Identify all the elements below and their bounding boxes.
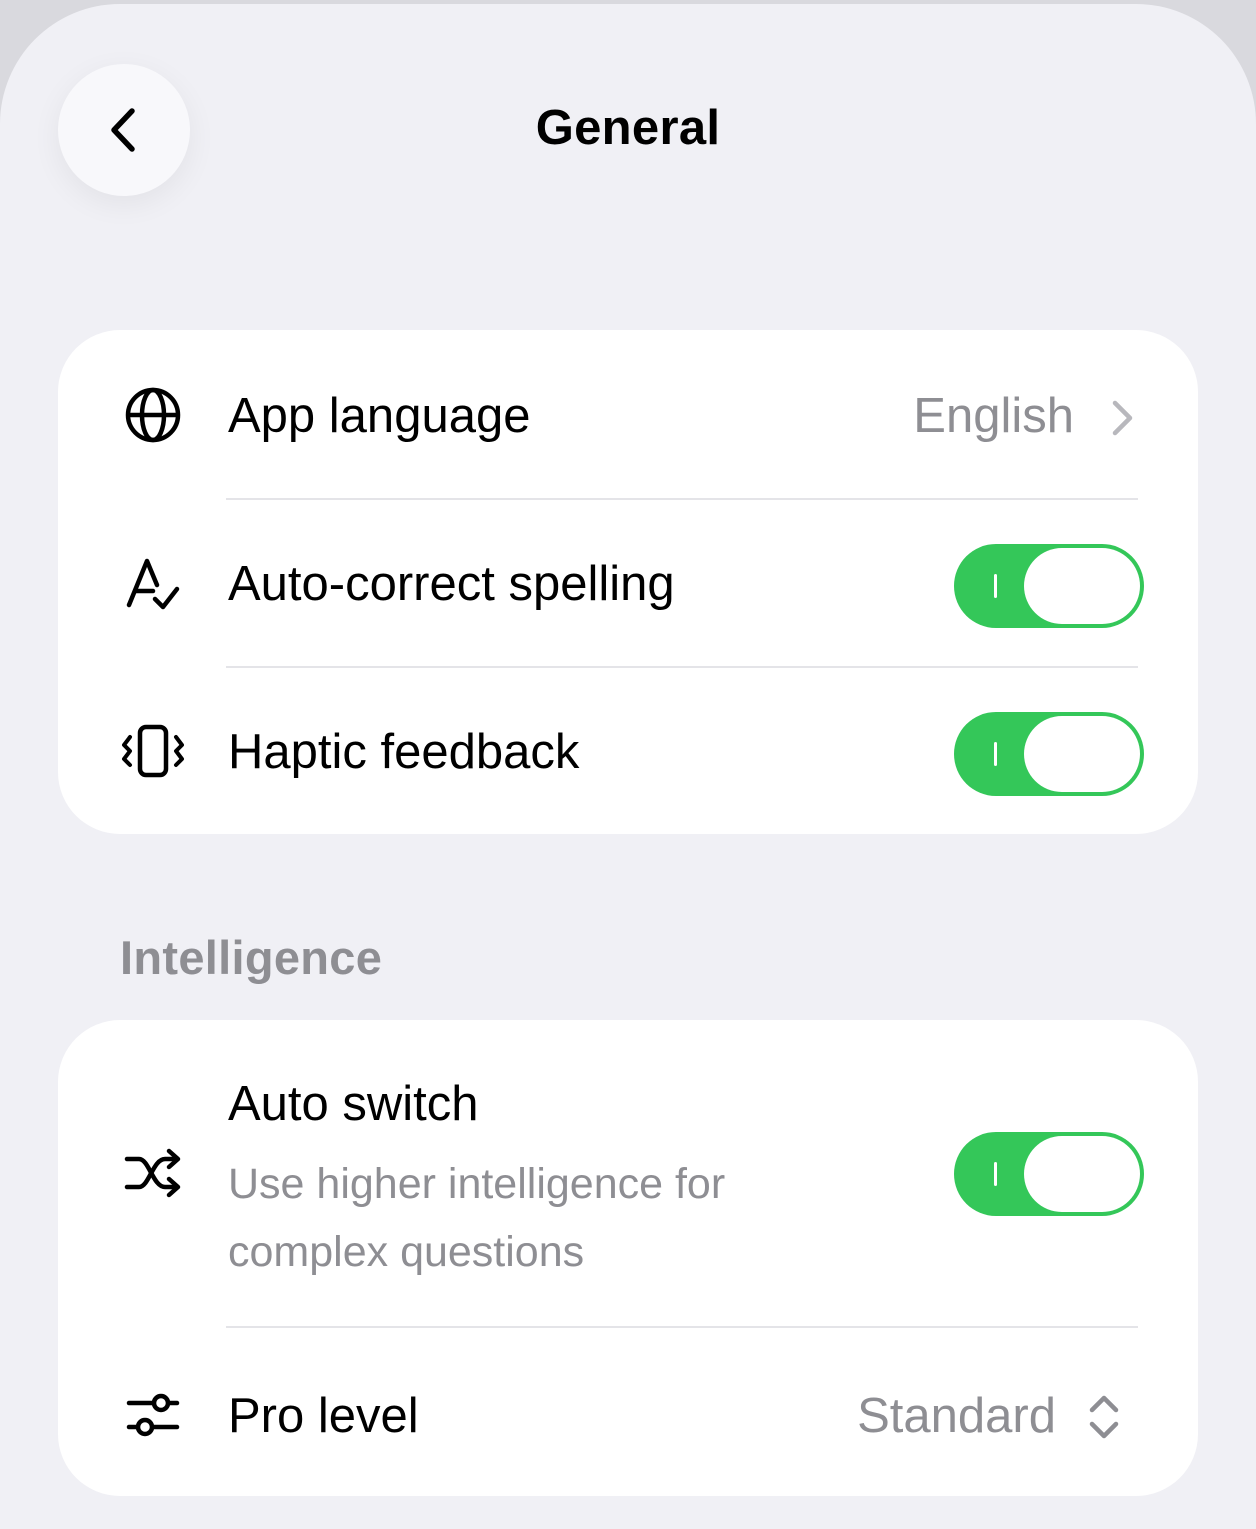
haptic-label: Haptic feedback xyxy=(228,725,580,779)
pro-level-row[interactable]: Pro level Standard xyxy=(58,1328,1198,1496)
pro-level-value: Standard xyxy=(857,1389,1056,1443)
settings-sheet: General App language English Auto-correc… xyxy=(0,4,1256,1529)
auto-switch-description: Use higher intelligence for complex ques… xyxy=(228,1160,726,1276)
auto-correct-toggle[interactable] xyxy=(954,544,1144,628)
app-language-row[interactable]: App language English xyxy=(58,330,1198,498)
section-header-intelligence: Intelligence xyxy=(120,931,383,984)
page-title: General xyxy=(535,101,721,155)
auto-correct-row: Auto-correct spelling xyxy=(58,500,1198,666)
haptic-toggle[interactable] xyxy=(954,712,1144,796)
haptic-row: Haptic feedback xyxy=(58,668,1198,834)
sliders-icon xyxy=(120,1382,186,1448)
app-language-value: English xyxy=(913,389,1074,443)
chevron-up-down-icon xyxy=(1089,1395,1119,1439)
auto-correct-label: Auto-correct spelling xyxy=(228,557,675,611)
auto-switch-label: Auto switch xyxy=(228,1077,479,1131)
intelligence-card: Auto switch Use higher intelligence for … xyxy=(58,1020,1198,1496)
auto-switch-toggle[interactable] xyxy=(954,1132,1144,1216)
haptic-phone-icon xyxy=(120,718,186,784)
general-settings-card: App language English Auto-correct spelli… xyxy=(58,330,1198,834)
app-language-label: App language xyxy=(228,389,531,443)
chevron-right-icon xyxy=(1112,400,1133,436)
shuffle-icon xyxy=(120,1140,186,1206)
auto-switch-row: Auto switch Use higher intelligence for … xyxy=(58,1020,1198,1326)
globe-icon xyxy=(120,382,186,448)
spellcheck-icon xyxy=(120,550,186,616)
pro-level-label: Pro level xyxy=(228,1389,419,1443)
